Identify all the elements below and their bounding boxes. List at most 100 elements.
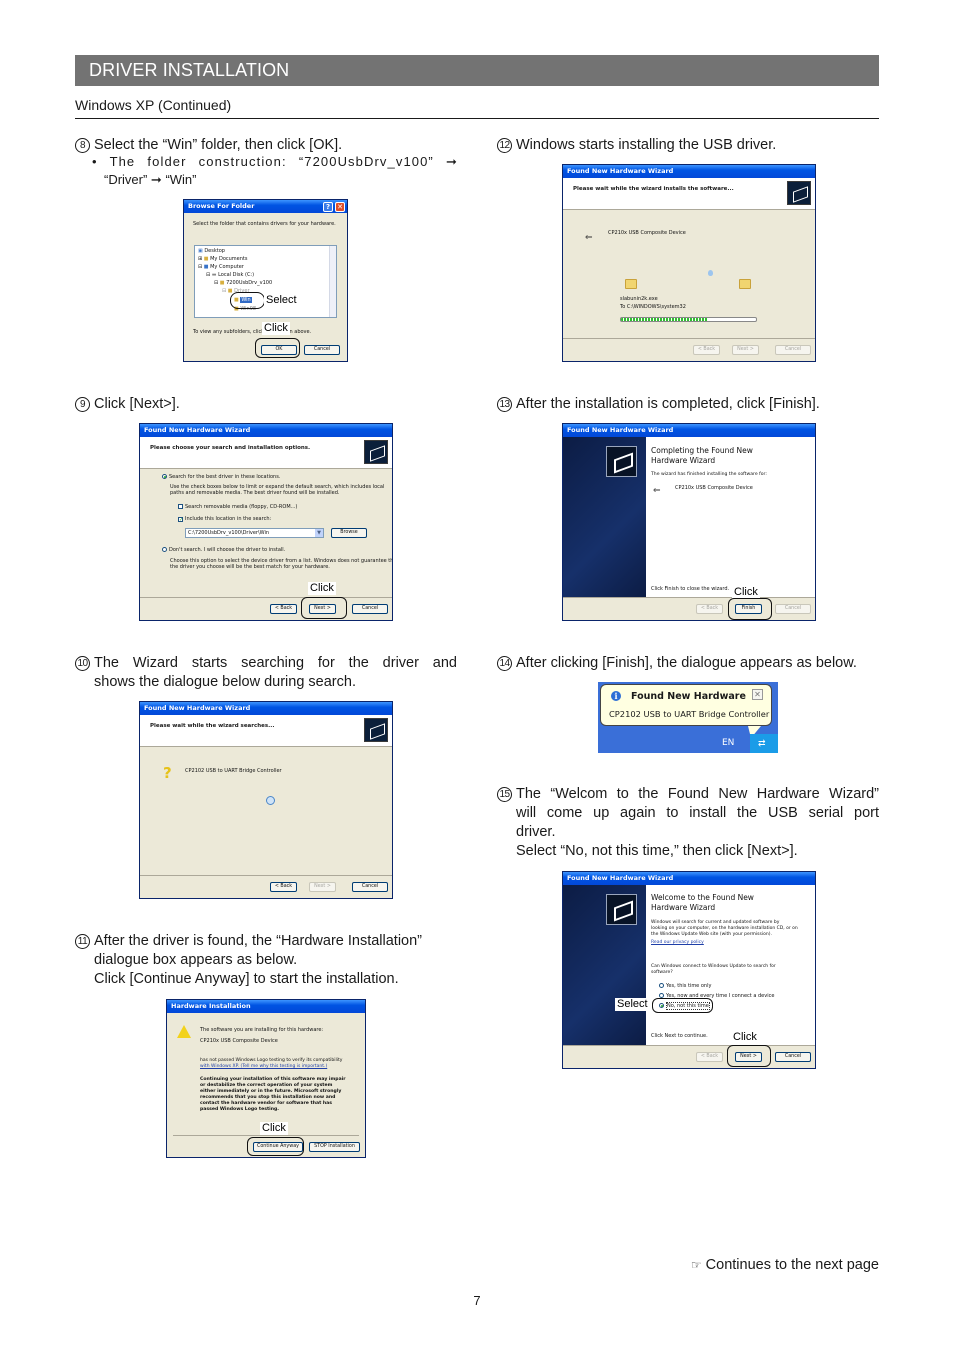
wizard-header-text: Please wait while the wizard searches... <box>150 723 275 729</box>
page-number: 7 <box>473 1293 481 1308</box>
cancel-button[interactable]: Cancel <box>775 1052 811 1062</box>
close-icon[interactable]: ✕ <box>335 202 345 212</box>
next-button[interactable]: Next > <box>309 882 336 892</box>
dialog-title-bar: Found New Hardware Wizard <box>140 424 392 437</box>
found-new-hardware-balloon[interactable]: i Found New Hardware CP2102 USB to UART … <box>600 684 772 726</box>
wizard-heading: Completing the Found New Hardware Wizard <box>651 446 753 465</box>
section-title: Windows XP (Continued) <box>75 97 879 119</box>
step-number: 9 <box>75 395 90 414</box>
cancel-button[interactable]: Cancel <box>352 604 388 614</box>
click-callout: Click <box>731 1031 759 1044</box>
usb-device-tray-icon[interactable]: ⇄ <box>758 738 766 749</box>
step-number: 13 <box>497 395 512 414</box>
wizard-header: Please wait while the wizard searches... <box>140 715 392 747</box>
wizard-text: Click Finish to close the wizard. <box>651 586 730 592</box>
destination-folder-icon <box>739 279 751 289</box>
tree-item-my-documents[interactable]: ⊞ ■ My Documents <box>198 256 247 263</box>
select-highlight-ring <box>652 998 713 1013</box>
wizard-installing-dialog: Found New Hardware Wizard Please wait wh… <box>562 164 816 362</box>
radio-dont-search[interactable]: Don't search. I will choose the driver t… <box>162 547 285 554</box>
back-button[interactable]: < Back <box>696 604 723 614</box>
wizard-side-banner <box>563 437 646 598</box>
radio-yes-this-time[interactable]: Yes, this time only <box>659 983 711 990</box>
wizard-welcome-dialog: Found New Hardware Wizard Welcome to the… <box>562 871 816 1069</box>
click-callout: Click <box>262 322 290 335</box>
select-highlight-ring <box>230 292 265 309</box>
location-combobox[interactable]: C:\7200UsbDrv_v100\Driver\Win ▼ <box>185 528 324 538</box>
tree-item-desktop[interactable]: ▣ Desktop <box>198 248 225 255</box>
system-tray: ⇄ <box>750 734 778 753</box>
wizard-heading: Welcome to the Found New Hardware Wizard <box>651 893 754 912</box>
tree-item-7200usbdrv[interactable]: ⊟ ■ 7200UsbDrv_v100 <box>214 280 272 287</box>
taskbar-notification-area: i Found New Hardware CP2102 USB to UART … <box>598 682 778 753</box>
step-text: The “Welcom to the Found New Hardware Wi… <box>516 786 879 859</box>
hardware-wizard-icon <box>787 181 811 205</box>
source-folder-icon <box>625 279 637 289</box>
wizard-description: Windows will search for current and upda… <box>651 920 798 937</box>
step-text: After the driver is found, the “Hardware… <box>94 933 423 987</box>
section-banner: DRIVER INSTALLATION <box>75 55 879 86</box>
back-button[interactable]: < Back <box>270 604 297 614</box>
browse-button[interactable]: Browse <box>331 528 367 538</box>
dialog-title-bar: Found New Hardware Wizard <box>563 872 815 885</box>
banner-title: DRIVER INSTALLATION <box>89 60 290 80</box>
step-number: 11 <box>75 932 90 951</box>
language-indicator[interactable]: EN <box>722 738 734 748</box>
copying-destination: To C:\WINDOWS\system32 <box>620 304 686 310</box>
unknown-device-icon: ? <box>163 764 172 782</box>
folder-tree[interactable]: ▣ Desktop ⊞ ■ My Documents ⊟ ■ My Comput… <box>194 245 337 318</box>
hardware-wizard-icon <box>606 894 637 925</box>
click-highlight-ring <box>255 338 300 358</box>
help-icon[interactable]: ? <box>323 202 333 212</box>
stop-installation-button[interactable]: STOP Installation <box>309 1142 360 1152</box>
file-copy-icon <box>708 270 713 276</box>
step-text: After clicking [Finish], the dialogue ap… <box>516 655 857 671</box>
dialog-text: The software you are installing for this… <box>200 1027 324 1033</box>
cancel-button[interactable]: Cancel <box>304 345 340 355</box>
back-button[interactable]: < Back <box>693 345 720 355</box>
checkbox-include-location[interactable]: ✓ Include this location in the search: <box>178 516 271 523</box>
usb-icon: ⇐ <box>653 486 661 496</box>
radio-search-best[interactable]: Search for the best driver in these loca… <box>162 474 280 481</box>
continues-note: ☞ Continues to the next page <box>691 1257 879 1273</box>
cancel-button[interactable]: Cancel <box>775 604 811 614</box>
click-highlight-ring <box>247 1137 304 1156</box>
divider <box>173 1135 359 1136</box>
click-callout: Click <box>308 582 336 595</box>
select-callout: Select <box>615 998 650 1011</box>
balloon-title: Found New Hardware <box>631 691 746 702</box>
device-name: CP210x USB Composite Device <box>608 230 686 236</box>
dialog-title-bar: Found New Hardware Wizard <box>563 165 815 178</box>
searching-magnifier-icon <box>266 796 275 805</box>
wizard-text: The wizard has finished installing the s… <box>651 472 767 477</box>
privacy-policy-link[interactable]: Read our privacy policy <box>651 940 704 947</box>
back-button[interactable]: < Back <box>270 882 297 892</box>
wizard-completing-dialog: Found New Hardware Wizard Completing the… <box>562 423 816 621</box>
dialog-title-bar: Found New Hardware Wizard <box>140 702 392 715</box>
warning-text: Continuing your installation of this sof… <box>200 1077 346 1112</box>
tree-item-local-disk[interactable]: ⊟ ▬ Local Disk (C:) <box>206 272 254 279</box>
chevron-down-icon[interactable]: ▼ <box>315 529 323 537</box>
install-progress-bar <box>620 317 757 322</box>
step-text: After the installation is completed, cli… <box>516 396 820 412</box>
option-description: the driver you choose will be the best m… <box>170 564 330 570</box>
warning-icon <box>177 1025 191 1038</box>
next-button[interactable]: Next > <box>732 345 759 355</box>
close-icon[interactable]: ✕ <box>752 689 763 700</box>
tell-me-why-link[interactable]: with Windows XP. (Tell me why this testi… <box>200 1064 327 1071</box>
dialog-title-bar: Hardware Installation <box>167 1000 365 1013</box>
option-description: paths and removable media. The best driv… <box>170 490 340 496</box>
device-name: CP2102 USB to UART Bridge Controller <box>185 768 282 774</box>
cancel-button[interactable]: Cancel <box>775 345 811 355</box>
folder-construction-note-2: “Driver” ➞ “Win” <box>104 172 197 187</box>
checkbox-removable-media[interactable]: Search removable media (floppy, CD-ROM..… <box>178 504 297 511</box>
back-button[interactable]: < Back <box>696 1052 723 1062</box>
wizard-question: Can Windows connect to Windows Update to… <box>651 964 776 975</box>
cancel-button[interactable]: Cancel <box>352 882 388 892</box>
step-text: Click [Next>]. <box>94 396 180 412</box>
device-name: CP210x USB Composite Device <box>675 485 753 491</box>
tree-item-my-computer[interactable]: ⊟ ■ My Computer <box>198 264 244 271</box>
tree-scrollbar[interactable] <box>329 246 336 317</box>
step-number: 8 <box>75 136 90 155</box>
continues-text: Continues to the next page <box>705 1257 879 1273</box>
